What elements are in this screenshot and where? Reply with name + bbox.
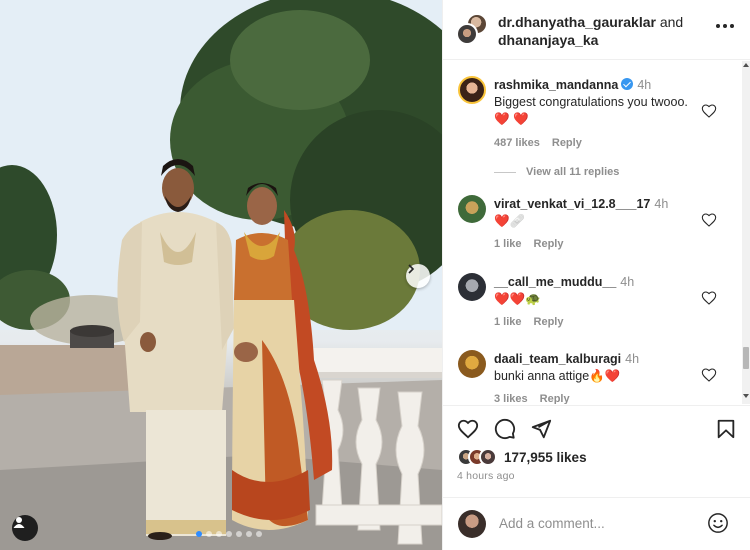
comment-meta: 3 likes Reply (494, 393, 570, 404)
comment-likes[interactable]: 1 like (494, 316, 522, 328)
comment-meta: 1 like Reply (494, 316, 564, 328)
user-tag-icon (13, 517, 25, 528)
heart-icon[interactable] (701, 367, 717, 383)
comment-item: virat_venkat_vi_12.8___17 4h ❤️🩹 1 like Re… (443, 186, 743, 264)
carousel-dot (216, 531, 222, 537)
post-timestamp[interactable]: 4 hours ago (457, 470, 515, 482)
avatar (458, 510, 486, 538)
carousel-dot (196, 531, 202, 537)
comment-item: daali_team_kalburagi 4h bunki anna attige… (443, 341, 743, 404)
comment-time[interactable]: 4h (637, 78, 651, 92)
view-replies-label: View all 11 replies (526, 166, 620, 178)
paper-plane-icon[interactable] (530, 418, 552, 440)
divider (494, 171, 516, 173)
carousel-dot (206, 531, 212, 537)
smiley-icon[interactable] (707, 512, 729, 534)
likes-count[interactable]: 177,955 likes (504, 450, 587, 465)
author-link-1[interactable]: dr.dhanyatha_gauraklar (498, 14, 656, 30)
comment-input[interactable]: Add a comment... (499, 516, 605, 531)
post-photo (0, 0, 442, 550)
reply-button[interactable]: Reply (552, 137, 582, 149)
more-dot (730, 24, 734, 28)
post-authors: dr.dhanyatha_gauraklar and dhananjaya_ka (498, 13, 683, 49)
comment-text: ❤️❤️🐢 (494, 292, 541, 306)
comment-body: daali_team_kalburagi 4h bunki anna attige… (494, 351, 694, 385)
author-link-2[interactable]: dhananjaya_ka (498, 32, 598, 48)
reply-button[interactable]: Reply (540, 393, 570, 404)
bookmark-icon[interactable] (715, 418, 737, 440)
comment-likes[interactable]: 1 like (494, 238, 522, 250)
add-comment-bar: Add a comment... (443, 497, 750, 550)
comment-meta: 487 likes Reply (494, 137, 582, 149)
comment-time[interactable]: 4h (654, 197, 668, 211)
avatar[interactable] (458, 273, 486, 301)
comments-list[interactable]: rashmika_mandanna 4h Biggest congratulati… (443, 61, 743, 404)
likes-summary[interactable]: 177,955 likes (457, 446, 587, 468)
verified-badge-icon (621, 78, 634, 90)
post-actions (443, 405, 750, 451)
avatar (456, 23, 478, 45)
comment-likes[interactable]: 3 likes (494, 393, 528, 404)
heart-icon[interactable] (457, 418, 479, 440)
author-joiner: and (659, 14, 684, 30)
heart-icon[interactable] (701, 103, 717, 119)
more-horizontal-icon (716, 24, 720, 28)
post-details-panel: dr.dhanyatha_gauraklar and dhananjaya_ka… (442, 0, 750, 550)
post-header: dr.dhanyatha_gauraklar and dhananjaya_ka (443, 0, 750, 60)
comment-username[interactable]: __call_me_muddu__ (494, 275, 616, 289)
comment-text: bunki anna attige🔥❤️ (494, 369, 621, 383)
avatar[interactable] (458, 76, 486, 104)
tagged-users-button[interactable] (12, 515, 38, 541)
comment-text: ❤️🩹 (494, 214, 526, 228)
avatar[interactable] (458, 195, 486, 223)
carousel-dot (236, 531, 242, 537)
carousel-dot (226, 531, 232, 537)
comment-username[interactable]: virat_venkat_vi_12.8___17 (494, 197, 650, 211)
carousel-dot (246, 531, 252, 537)
reply-button[interactable]: Reply (534, 316, 564, 328)
comment-time[interactable]: 4h (620, 275, 634, 289)
comment-item: rashmika_mandanna 4h Biggest congratulati… (443, 61, 743, 186)
comment-body: __call_me_muddu__ 4h ❤️❤️🐢 (494, 274, 694, 308)
comment-body: virat_venkat_vi_12.8___17 4h ❤️🩹 (494, 196, 694, 230)
comment-item: __call_me_muddu__ 4h ❤️❤️🐢 1 like Reply (443, 264, 743, 341)
avatar[interactable] (458, 350, 486, 378)
carousel-next-button[interactable] (406, 264, 430, 288)
wedding-couple-photo (0, 0, 442, 550)
comment-meta: 1 like Reply (494, 238, 564, 250)
carousel-dots (196, 531, 262, 537)
scroll-down-icon[interactable] (743, 394, 749, 398)
comments-scrollbar[interactable] (742, 61, 750, 404)
more-dot (723, 24, 727, 28)
view-replies-button[interactable]: View all 11 replies (494, 166, 619, 178)
comment-body: rashmika_mandanna 4h Biggest congratulati… (494, 77, 694, 128)
reply-button[interactable]: Reply (534, 238, 564, 250)
comment-text: Biggest congratulations you twooo. ❤️ ❤️ (494, 95, 688, 126)
more-options-button[interactable] (716, 24, 734, 28)
comment-username[interactable]: daali_team_kalburagi (494, 352, 621, 366)
avatar (479, 448, 497, 466)
chevron-right-icon (408, 264, 415, 274)
carousel-dot (256, 531, 262, 537)
comment-likes[interactable]: 487 likes (494, 137, 540, 149)
heart-icon[interactable] (701, 212, 717, 228)
comment-time[interactable]: 4h (625, 352, 639, 366)
collab-avatars[interactable] (456, 13, 492, 47)
scroll-thumb[interactable] (743, 347, 749, 369)
comment-username[interactable]: rashmika_mandanna (494, 78, 618, 92)
heart-icon[interactable] (701, 290, 717, 306)
comment-bubble-icon[interactable] (494, 418, 516, 440)
scroll-up-icon[interactable] (743, 63, 749, 67)
